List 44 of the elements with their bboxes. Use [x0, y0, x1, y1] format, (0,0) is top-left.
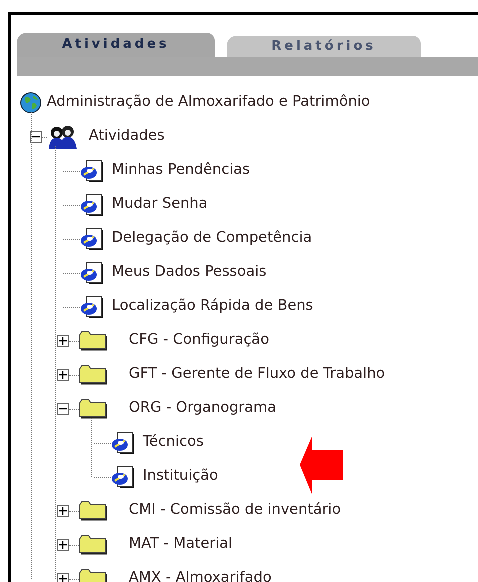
globe-icon [20, 92, 42, 114]
arrow-icon [300, 437, 344, 494]
tree-item[interactable]: ORG - Organograma [129, 398, 277, 420]
tree-item[interactable]: Administração de Almoxarifado e Patrimônio [47, 92, 370, 114]
people-icon [47, 124, 79, 150]
tree-item[interactable]: Minhas Pendências [112, 160, 250, 182]
plus-icon [59, 507, 67, 515]
tree-item[interactable]: Mudar Senha [112, 194, 208, 216]
collapse-button[interactable] [57, 403, 69, 415]
tab[interactable]: Atividades [17, 33, 215, 57]
expand-button[interactable] [57, 505, 69, 517]
folder-icon [79, 501, 107, 521]
expand-button[interactable] [57, 335, 69, 347]
tab[interactable]: Relatórios [227, 36, 421, 57]
folder-icon [79, 535, 107, 555]
expand-button[interactable] [57, 539, 69, 551]
tree-item[interactable]: Meus Dados Pessoais [112, 262, 267, 284]
plus-icon [59, 337, 67, 345]
page-icon [80, 228, 104, 250]
folder-icon [79, 331, 107, 351]
collapse-button[interactable] [30, 131, 42, 143]
expand-button[interactable] [57, 369, 69, 381]
tree-item[interactable]: MAT - Material [129, 534, 233, 556]
plus-icon [59, 371, 67, 379]
tree-item[interactable]: Instituição [143, 466, 218, 488]
page-icon [80, 296, 104, 318]
tree-item[interactable]: AMX - Almoxarifado [129, 568, 272, 582]
page-icon [111, 432, 135, 454]
folder-icon [79, 365, 107, 385]
folder-icon [79, 399, 107, 419]
page-icon [80, 160, 104, 182]
page-icon [111, 466, 135, 488]
tree-item[interactable]: Localização Rápida de Bens [112, 296, 314, 318]
tree-item[interactable]: CMI - Comissão de inventário [129, 500, 342, 522]
tree-item[interactable]: Técnicos [143, 432, 204, 454]
page-icon [80, 194, 104, 216]
plus-icon [59, 541, 67, 549]
tree-item[interactable]: GFT - Gerente de Fluxo de Trabalho [129, 364, 386, 386]
plus-icon [59, 575, 67, 582]
page-icon [80, 262, 104, 284]
tree-item[interactable]: Delegação de Competência [112, 228, 312, 250]
tree-item[interactable]: Atividades [89, 126, 165, 148]
tree-item[interactable]: CFG - Configuração [129, 330, 270, 352]
expand-button[interactable] [57, 573, 69, 582]
